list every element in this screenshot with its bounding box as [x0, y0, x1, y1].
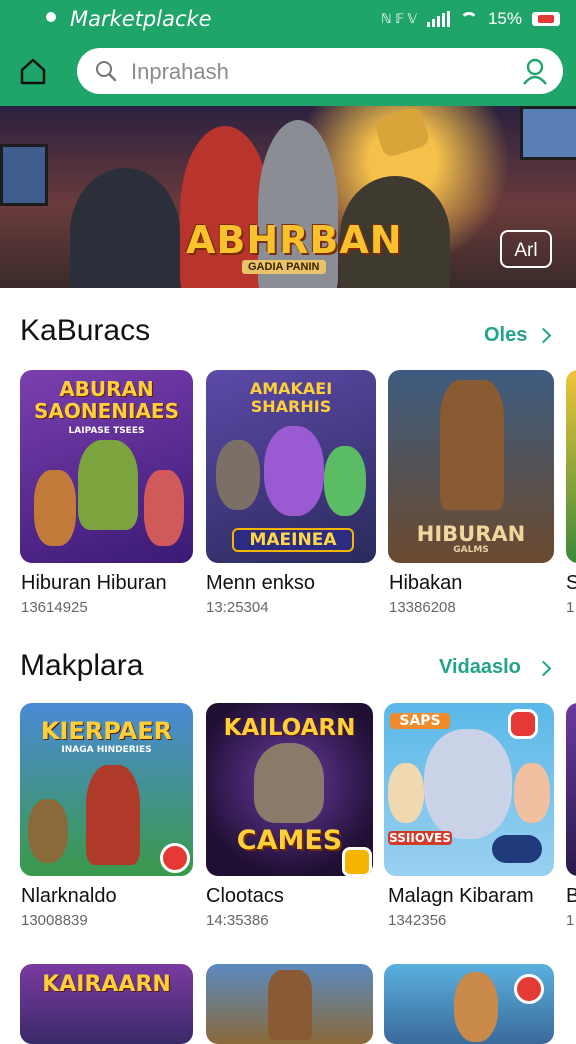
red-badge-icon — [160, 843, 190, 873]
game-count-3: 13386208 — [389, 599, 456, 616]
game-name-2[interactable]: Menn enkso — [206, 572, 315, 595]
game-card-9[interactable]: KAIRAARN — [20, 964, 193, 1044]
card-character-creature — [28, 799, 68, 863]
card-art-subtitle: INAGA HINDERIES — [61, 745, 152, 755]
section-title-2: Makplara — [20, 649, 144, 682]
hero-trophy-icon — [372, 106, 432, 159]
game-card-5[interactable]: KIERPAER INAGA HINDERIES — [20, 703, 193, 876]
game-count-5: 13008839 — [21, 912, 88, 929]
card-character-right-pal — [514, 763, 550, 823]
card-character-left-pal — [388, 763, 424, 823]
card-art-subtitle: LAIPASE TSEES — [68, 426, 145, 436]
hero-screen-left — [0, 144, 48, 206]
card-character-hero — [86, 765, 140, 865]
card-art-title: KIERPAER — [40, 717, 173, 745]
home-icon[interactable] — [18, 56, 48, 86]
game-count-1: 13614925 — [21, 599, 88, 616]
section-2-see-all-link[interactable]: Vidaaslo — [439, 656, 521, 679]
game-count-7: 1342356 — [388, 912, 447, 929]
hero-screen-right — [520, 106, 576, 160]
game-count-4-partial: 1 — [566, 599, 575, 616]
card-character-cat — [216, 440, 260, 510]
card-character-knight — [440, 380, 504, 510]
game-card-8-partial[interactable] — [566, 703, 576, 876]
game-card-10[interactable] — [206, 964, 373, 1044]
card-character-cat — [424, 729, 512, 839]
app-title: Marketplacke — [70, 7, 212, 31]
game-card-1[interactable]: ABURAN SAONENIAES LAIPASE TSEES — [20, 370, 193, 563]
battery-percent: 15% — [487, 9, 522, 28]
game-card-6[interactable]: KAILOARN CAMES — [206, 703, 373, 876]
game-count-8-partial: 1 — [566, 912, 575, 929]
card-character-left — [34, 470, 76, 546]
card-character-right — [144, 470, 184, 546]
section-1-see-all-link[interactable]: Oles — [484, 324, 527, 347]
game-name-8-partial[interactable]: B — [566, 885, 576, 908]
search-input[interactable] — [129, 56, 513, 88]
card-character-fox — [454, 972, 498, 1042]
hero-title: ABHRBAN — [186, 218, 403, 262]
red-corner-badge-icon — [508, 709, 538, 739]
game-card-7[interactable]: SAPS SSIIOVES — [384, 703, 554, 876]
hero-subtitle: GADIA PANIN — [242, 260, 326, 274]
section-title-1: KaBuracs — [20, 314, 151, 347]
game-card-11[interactable] — [384, 964, 554, 1044]
game-name-6[interactable]: Clootacs — [206, 885, 284, 908]
card-art-title: AMAKAEI SHARHIS — [249, 379, 333, 416]
game-name-1[interactable]: Hiburan Hiburan — [21, 572, 167, 595]
card-character-kid — [324, 446, 366, 516]
card-art-title: ABURAN SAONENIAES — [33, 377, 179, 423]
user-icon[interactable] — [521, 57, 549, 85]
card-art-subtitle: MAEINEA — [232, 528, 354, 552]
game-name-3[interactable]: Hibakan — [389, 572, 462, 595]
game-count-2: 13:25304 — [206, 599, 269, 616]
game-card-3[interactable]: HIBURAN GALMS — [388, 370, 554, 563]
card-art-subtitle: SSIIOVES — [388, 831, 452, 845]
search-icon — [96, 61, 117, 82]
card-character-purple-hair — [264, 426, 324, 516]
card-character-knight — [268, 970, 312, 1040]
yellow-badge-icon — [342, 847, 372, 876]
chevron-right-icon[interactable] — [535, 660, 552, 677]
card-art-title: KAILOARN — [223, 715, 356, 741]
hero-character-1 — [70, 168, 180, 288]
card-character-goblin — [78, 440, 138, 530]
card-character-wolf — [254, 743, 324, 823]
chevron-right-icon[interactable] — [535, 327, 552, 344]
top-bar — [0, 40, 576, 106]
wifi-icon — [459, 12, 478, 26]
card-art-title: SAPS — [390, 713, 450, 729]
game-name-4-partial[interactable]: S — [566, 572, 576, 595]
gamepad-icon — [492, 835, 542, 863]
game-name-7[interactable]: Malagn Kibaram — [388, 885, 534, 908]
game-card-4-partial[interactable] — [566, 370, 576, 563]
hero-badge-button[interactable]: Arl — [500, 230, 552, 268]
card-art-subtitle: GALMS — [453, 545, 489, 555]
game-count-6: 14:35386 — [206, 912, 269, 929]
search-bar[interactable] — [77, 48, 563, 94]
status-indicators: ℕ 𝔽 𝕍 15% — [381, 9, 560, 29]
card-art-title: KAIRAARN — [42, 972, 171, 997]
battery-icon — [532, 12, 560, 26]
signal-icon — [426, 11, 450, 27]
card-art-title: HIBURAN — [416, 522, 526, 546]
notification-dot-icon — [46, 12, 56, 22]
game-name-5[interactable]: Nlarknaldo — [21, 885, 117, 908]
game-card-2[interactable]: AMAKAEI SHARHIS MAEINEA — [206, 370, 376, 563]
status-bar: Marketplacke ℕ 𝔽 𝕍 15% — [0, 0, 576, 40]
network-indicators: ℕ 𝔽 𝕍 — [381, 11, 417, 26]
red-badge-icon — [514, 974, 544, 1004]
hero-banner[interactable]: ABHRBAN GADIA PANIN Arl — [0, 106, 576, 288]
